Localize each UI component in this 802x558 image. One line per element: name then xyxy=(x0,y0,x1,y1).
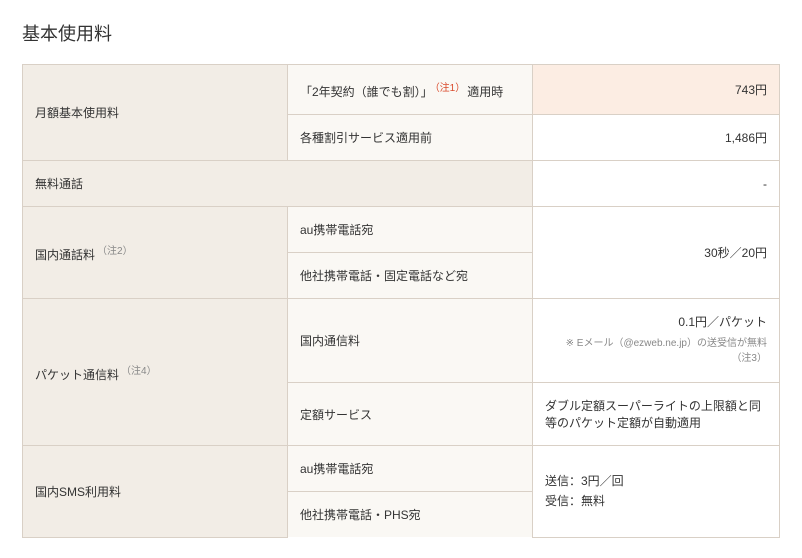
label-text: パケット通信料 xyxy=(35,368,119,382)
row-header-freecall: 無料通話 xyxy=(23,161,533,207)
value-line: 受信：無料 xyxy=(545,492,767,511)
value-text: 0.1円／パケット xyxy=(678,315,767,329)
sub-header-sms-au: au携帯電話宛 xyxy=(288,446,533,492)
note-2: （注2） xyxy=(97,246,133,257)
label-text: 「2年契約（誰でも割）」 xyxy=(300,85,433,99)
fee-table: 月額基本使用料 「2年契約（誰でも割）」（注1）適用時 743円 各種割引サービ… xyxy=(22,64,780,538)
sub-header-flat-rate: 定額サービス xyxy=(288,383,533,446)
table-row: 国内通話料（注2） au携帯電話宛 30秒／20円 xyxy=(23,207,780,253)
row-header-sms: 国内SMS利用料 xyxy=(23,446,288,538)
table-row: 国内SMS利用料 au携帯電話宛 送信：3円／回 受信：無料 xyxy=(23,446,780,492)
note-3: （注3） xyxy=(731,353,767,364)
subline-text: ※ Eメール（@ezweb.ne.jp）の送受信が無料 xyxy=(566,338,767,349)
label-text: 国内通話料 xyxy=(35,248,95,262)
sub-header-domestic-data: 国内通信料 xyxy=(288,299,533,383)
value-domestic-call: 30秒／20円 xyxy=(533,207,780,299)
note-1: （注1） xyxy=(435,83,466,94)
value-subline: ※ Eメール（@ezweb.ne.jp）の送受信が無料 （注3） xyxy=(545,334,767,368)
row-header-domestic-call: 国内通話料（注2） xyxy=(23,207,288,299)
label-text: 適用時 xyxy=(467,85,503,99)
sub-header-contract2yr: 「2年契約（誰でも割）」（注1）適用時 xyxy=(288,65,533,115)
sub-header-before-discount: 各種割引サービス適用前 xyxy=(288,115,533,161)
value-monthly-discounted: 743円 xyxy=(533,65,780,115)
value-packet-domestic: 0.1円／パケット ※ Eメール（@ezweb.ne.jp）の送受信が無料 （注3… xyxy=(533,299,780,383)
page-title: 基本使用料 xyxy=(22,20,780,46)
row-header-monthly: 月額基本使用料 xyxy=(23,65,288,161)
table-row: パケット通信料（注4） 国内通信料 0.1円／パケット ※ Eメール（@ezwe… xyxy=(23,299,780,383)
value-freecall: - xyxy=(533,161,780,207)
value-packet-flat: ダブル定額スーパーライトの上限額と同等のパケット定額が自動適用 xyxy=(533,383,780,446)
value-sms: 送信：3円／回 受信：無料 xyxy=(533,446,780,538)
table-row: 月額基本使用料 「2年契約（誰でも割）」（注1）適用時 743円 xyxy=(23,65,780,115)
row-header-packet: パケット通信料（注4） xyxy=(23,299,288,446)
note-4: （注4） xyxy=(121,366,157,377)
sub-header-sms-other: 他社携帯電話・PHS宛 xyxy=(288,492,533,538)
value-monthly-regular: 1,486円 xyxy=(533,115,780,161)
table-row: 無料通話 - xyxy=(23,161,780,207)
sub-header-other-mobile: 他社携帯電話・固定電話など宛 xyxy=(288,253,533,299)
value-line: 送信：3円／回 xyxy=(545,472,767,491)
sub-header-au-mobile: au携帯電話宛 xyxy=(288,207,533,253)
